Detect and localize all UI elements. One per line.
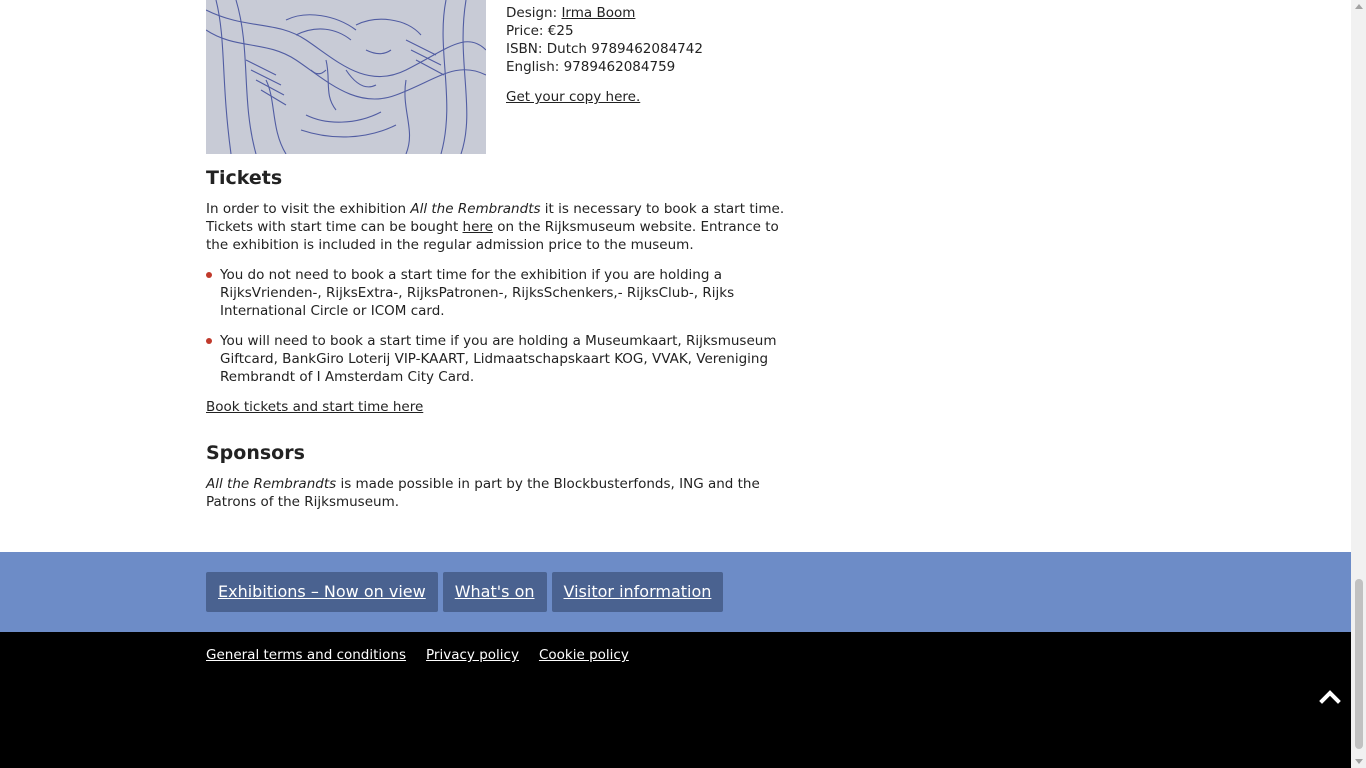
design-line: Design: Irma Boom xyxy=(506,5,636,21)
isbn-dutch: ISBN: Dutch 9789462084742 xyxy=(506,41,703,57)
related-links: Exhibitions – Now on view What's on Visi… xyxy=(206,572,724,612)
get-copy-link[interactable]: Get your copy here. xyxy=(506,89,640,105)
visitor-information-button[interactable]: Visitor information xyxy=(551,572,724,612)
sponsors-text: All the Rembrandts is made possible in p… xyxy=(206,476,760,510)
book-tickets-link[interactable]: Book tickets and start time here xyxy=(206,398,423,416)
book-details: Design: Irma Boom Price: €25 ISBN: Dutch… xyxy=(506,4,806,106)
isbn-english: English: 9789462084759 xyxy=(506,59,676,75)
ticket-conditions-list: You do not need to book a start time for… xyxy=(206,266,786,398)
privacy-link[interactable]: Privacy policy xyxy=(426,646,519,664)
footer: General terms and conditions Privacy pol… xyxy=(0,632,1351,768)
whats-on-button[interactable]: What's on xyxy=(442,572,547,612)
tickets-intro: In order to visit the exhibition All the… xyxy=(206,201,785,253)
designer-link[interactable]: Irma Boom xyxy=(561,5,635,21)
cookie-link[interactable]: Cookie policy xyxy=(539,646,629,664)
scroll-up-arrow-icon[interactable] xyxy=(1355,4,1363,9)
footer-links: General terms and conditions Privacy pol… xyxy=(206,646,629,664)
scrollbar[interactable] xyxy=(1351,0,1366,768)
tickets-here-link[interactable]: here xyxy=(463,219,493,235)
book-cover-image xyxy=(206,0,486,154)
page: Design: Irma Boom Price: €25 ISBN: Dutch… xyxy=(0,0,1351,768)
exhibitions-now-on-view-button[interactable]: Exhibitions – Now on view xyxy=(206,572,438,612)
tickets-heading: Tickets xyxy=(206,167,283,189)
scroll-to-top-button[interactable] xyxy=(1319,686,1341,708)
terms-link[interactable]: General terms and conditions xyxy=(206,646,406,664)
scrollbar-thumb[interactable] xyxy=(1355,579,1363,749)
price: Price: €25 xyxy=(506,23,574,39)
scroll-down-arrow-icon[interactable] xyxy=(1355,759,1363,764)
sponsors-heading: Sponsors xyxy=(206,442,305,464)
list-item: You do not need to book a start time for… xyxy=(206,266,786,320)
rembrandt-portrait-sketch xyxy=(206,0,486,154)
chevron-up-icon xyxy=(1319,690,1341,704)
related-navigation-band: Exhibitions – Now on view What's on Visi… xyxy=(0,552,1351,632)
list-item: You will need to book a start time if yo… xyxy=(206,332,786,386)
bullet-icon xyxy=(206,272,212,278)
bullet-icon xyxy=(206,338,212,344)
